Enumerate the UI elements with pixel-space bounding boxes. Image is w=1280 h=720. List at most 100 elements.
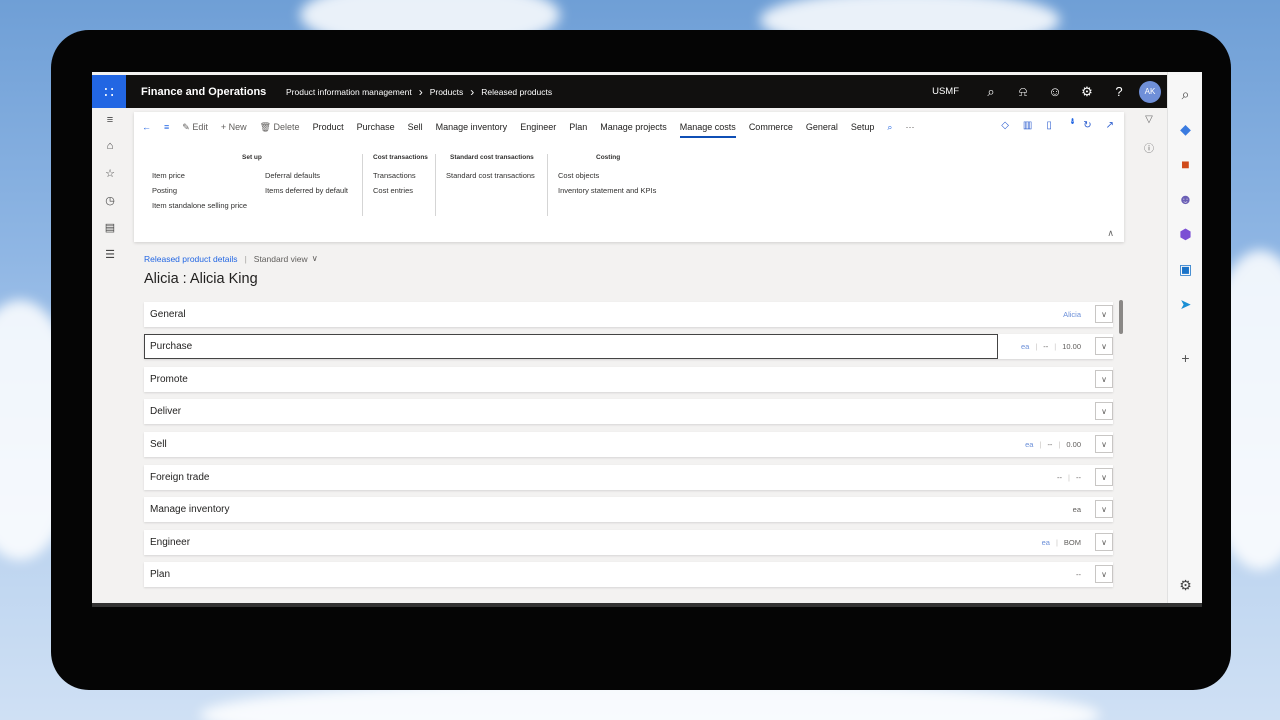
tab-plan[interactable]: Plan [569, 122, 587, 132]
summary-value: ea [1041, 538, 1050, 547]
breadcrumb: Product information management › Product… [286, 85, 552, 99]
tab-purchase[interactable]: Purchase [357, 122, 395, 132]
menu-item-transactions[interactable]: Transactions [373, 171, 428, 180]
app-title[interactable]: Finance and Operations [141, 86, 276, 98]
edit-button[interactable]: ✎ Edit [182, 122, 208, 133]
tag-icon[interactable]: ◆ [1168, 121, 1202, 138]
group-header: Costing [596, 154, 621, 161]
chevron-down-icon[interactable]: ∨ [1095, 500, 1113, 518]
new-button[interactable]: + New [221, 122, 247, 132]
office-icon[interactable]: ▥ [1023, 120, 1032, 132]
open-new-window-icon[interactable]: ↗ [1106, 120, 1114, 132]
tab-manage-costs[interactable]: Manage costs [679, 122, 736, 138]
chevron-down-icon[interactable]: ∨ [1095, 435, 1113, 453]
info-icon[interactable]: ⓘ [1142, 140, 1156, 155]
fasttab-manage-inventory[interactable]: Manage inventory ea ∨ [144, 497, 1113, 522]
view-dropdown[interactable]: Standard view [254, 254, 308, 264]
tab-engineer[interactable]: Engineer [520, 122, 556, 132]
avatar[interactable]: AK [1139, 80, 1161, 103]
menu-item-posting[interactable]: Posting [152, 186, 265, 195]
refresh-icon[interactable]: ↻ [1083, 120, 1091, 132]
breadcrumb-item[interactable]: Products [430, 87, 464, 97]
chevron-down-icon[interactable]: ∨ [1095, 370, 1113, 388]
menu-item-deferral-defaults[interactable]: Deferral defaults [265, 171, 348, 180]
tab-sell[interactable]: Sell [408, 122, 423, 132]
back-icon[interactable]: ← [142, 122, 151, 132]
menu-icon[interactable]: ≡ [164, 122, 169, 132]
fasttab-promote[interactable]: Promote ∨ [144, 367, 1113, 392]
modules-list-icon[interactable]: ☰ [92, 248, 128, 261]
tab-manage-projects[interactable]: Manage projects [600, 122, 667, 132]
chevron-down-icon[interactable]: ∨ [1095, 337, 1113, 355]
tab-product[interactable]: Product [313, 122, 344, 132]
home-icon[interactable]: ⌂ [92, 140, 128, 152]
released-product-details-link[interactable]: Released product details [144, 254, 238, 264]
fasttab-plan[interactable]: Plan -- ∨ [144, 562, 1113, 587]
group-standard-cost: Standard cost transactions Standard cost… [446, 154, 535, 186]
fasttab-general[interactable]: General Alicia ∨ [144, 302, 1113, 327]
filter-icon[interactable]: ▽ [1142, 114, 1156, 125]
search-icon[interactable]: ⌕ [887, 122, 892, 133]
delete-label: Delete [273, 121, 300, 132]
scrollbar-thumb[interactable] [1119, 300, 1123, 334]
search-icon[interactable]: ⌕ [1168, 86, 1202, 103]
group-header: Standard cost transactions [450, 154, 534, 161]
gear-icon[interactable]: ⚙ [1071, 84, 1103, 100]
star-icon[interactable]: ☆ [92, 167, 128, 180]
chevron-down-icon[interactable]: ∨ [1095, 533, 1113, 551]
attachment-icon[interactable]: ▯ 0 [1046, 118, 1075, 132]
separator: | [1035, 342, 1038, 351]
summary-value: ea [1020, 342, 1030, 351]
chevron-down-icon[interactable]: ∨ [1095, 565, 1113, 583]
menu-item-cost-objects[interactable]: Cost objects [558, 171, 656, 180]
fasttab-engineer[interactable]: Engineer ea | BOM ∨ [144, 530, 1113, 555]
group-cost-transactions: Cost transactions Transactions Cost entr… [373, 154, 428, 201]
chevron-down-icon[interactable]: ∨ [1095, 468, 1113, 486]
tab-commerce[interactable]: Commerce [749, 122, 793, 132]
more-options-icon[interactable]: ⋯ [905, 122, 914, 133]
gear-icon[interactable]: ⚙ [1168, 577, 1202, 594]
menu-item-items-deferred[interactable]: Items deferred by default [265, 186, 348, 195]
fasttab-foreign-trade[interactable]: Foreign trade -- | -- ∨ [144, 465, 1113, 490]
breadcrumb-item[interactable]: Product information management [286, 87, 412, 97]
send-icon[interactable]: ➤ [1168, 296, 1202, 313]
bell-icon[interactable]: ⍾ [1007, 84, 1039, 100]
diamond-icon[interactable]: ◇ [1001, 120, 1009, 132]
separator: | [1055, 538, 1058, 547]
chevron-down-icon[interactable]: ∨ [1095, 305, 1113, 323]
fasttab-purchase[interactable]: Purchase ea | -- | 10.00 ∨ [144, 334, 1113, 359]
people-icon[interactable]: ☻ [1168, 191, 1202, 207]
chevron-down-icon[interactable]: ∨ [312, 253, 318, 264]
chevron-up-icon[interactable]: ∧ [1107, 228, 1114, 239]
fasttab-deliver[interactable]: Deliver ∨ [144, 399, 1113, 424]
tab-manage-inventory[interactable]: Manage inventory [436, 122, 508, 132]
chevron-down-icon[interactable]: ∨ [1095, 402, 1113, 420]
waffle-menu-icon[interactable]: ∷ [92, 75, 126, 108]
separator: | [1039, 440, 1042, 449]
toolbox-icon[interactable]: ■ [1168, 156, 1202, 172]
fasttab-label: Promote [150, 374, 188, 385]
tab-general[interactable]: General [806, 122, 838, 132]
help-icon[interactable]: ? [1103, 84, 1135, 99]
menu-item-cost-entries[interactable]: Cost entries [373, 186, 428, 195]
menu-item-item-price[interactable]: Item price [152, 171, 265, 180]
outlook-icon[interactable]: ▣ [1168, 261, 1202, 278]
menu-item-standard-cost-transactions[interactable]: Standard cost transactions [446, 171, 535, 180]
workspace-icon[interactable]: ▤ [92, 221, 128, 234]
hamburger-menu-icon[interactable]: ≡ [92, 114, 128, 126]
fasttab-sell[interactable]: Sell ea | -- | 0.00 ∨ [144, 432, 1113, 457]
smiley-icon[interactable]: ☺ [1039, 84, 1071, 99]
clock-icon[interactable]: ◷ [92, 194, 128, 207]
company-picker[interactable]: USMF [932, 86, 959, 97]
copilot-icon[interactable]: ⬢ [1168, 226, 1202, 243]
breadcrumb-item[interactable]: Released products [481, 87, 552, 97]
summary-value: ea [1025, 440, 1034, 449]
add-icon[interactable]: + [1168, 350, 1202, 366]
delete-button[interactable]: 🗑 Delete [260, 122, 300, 133]
menu-item-inventory-statement[interactable]: Inventory statement and KPIs [558, 186, 656, 195]
tab-setup[interactable]: Setup [851, 122, 875, 132]
separator: | [1054, 342, 1057, 351]
menu-item-standalone-selling-price[interactable]: Item standalone selling price [152, 201, 265, 210]
search-icon[interactable]: ⌕ [975, 84, 1007, 100]
fasttab-summary: -- [1070, 570, 1081, 579]
